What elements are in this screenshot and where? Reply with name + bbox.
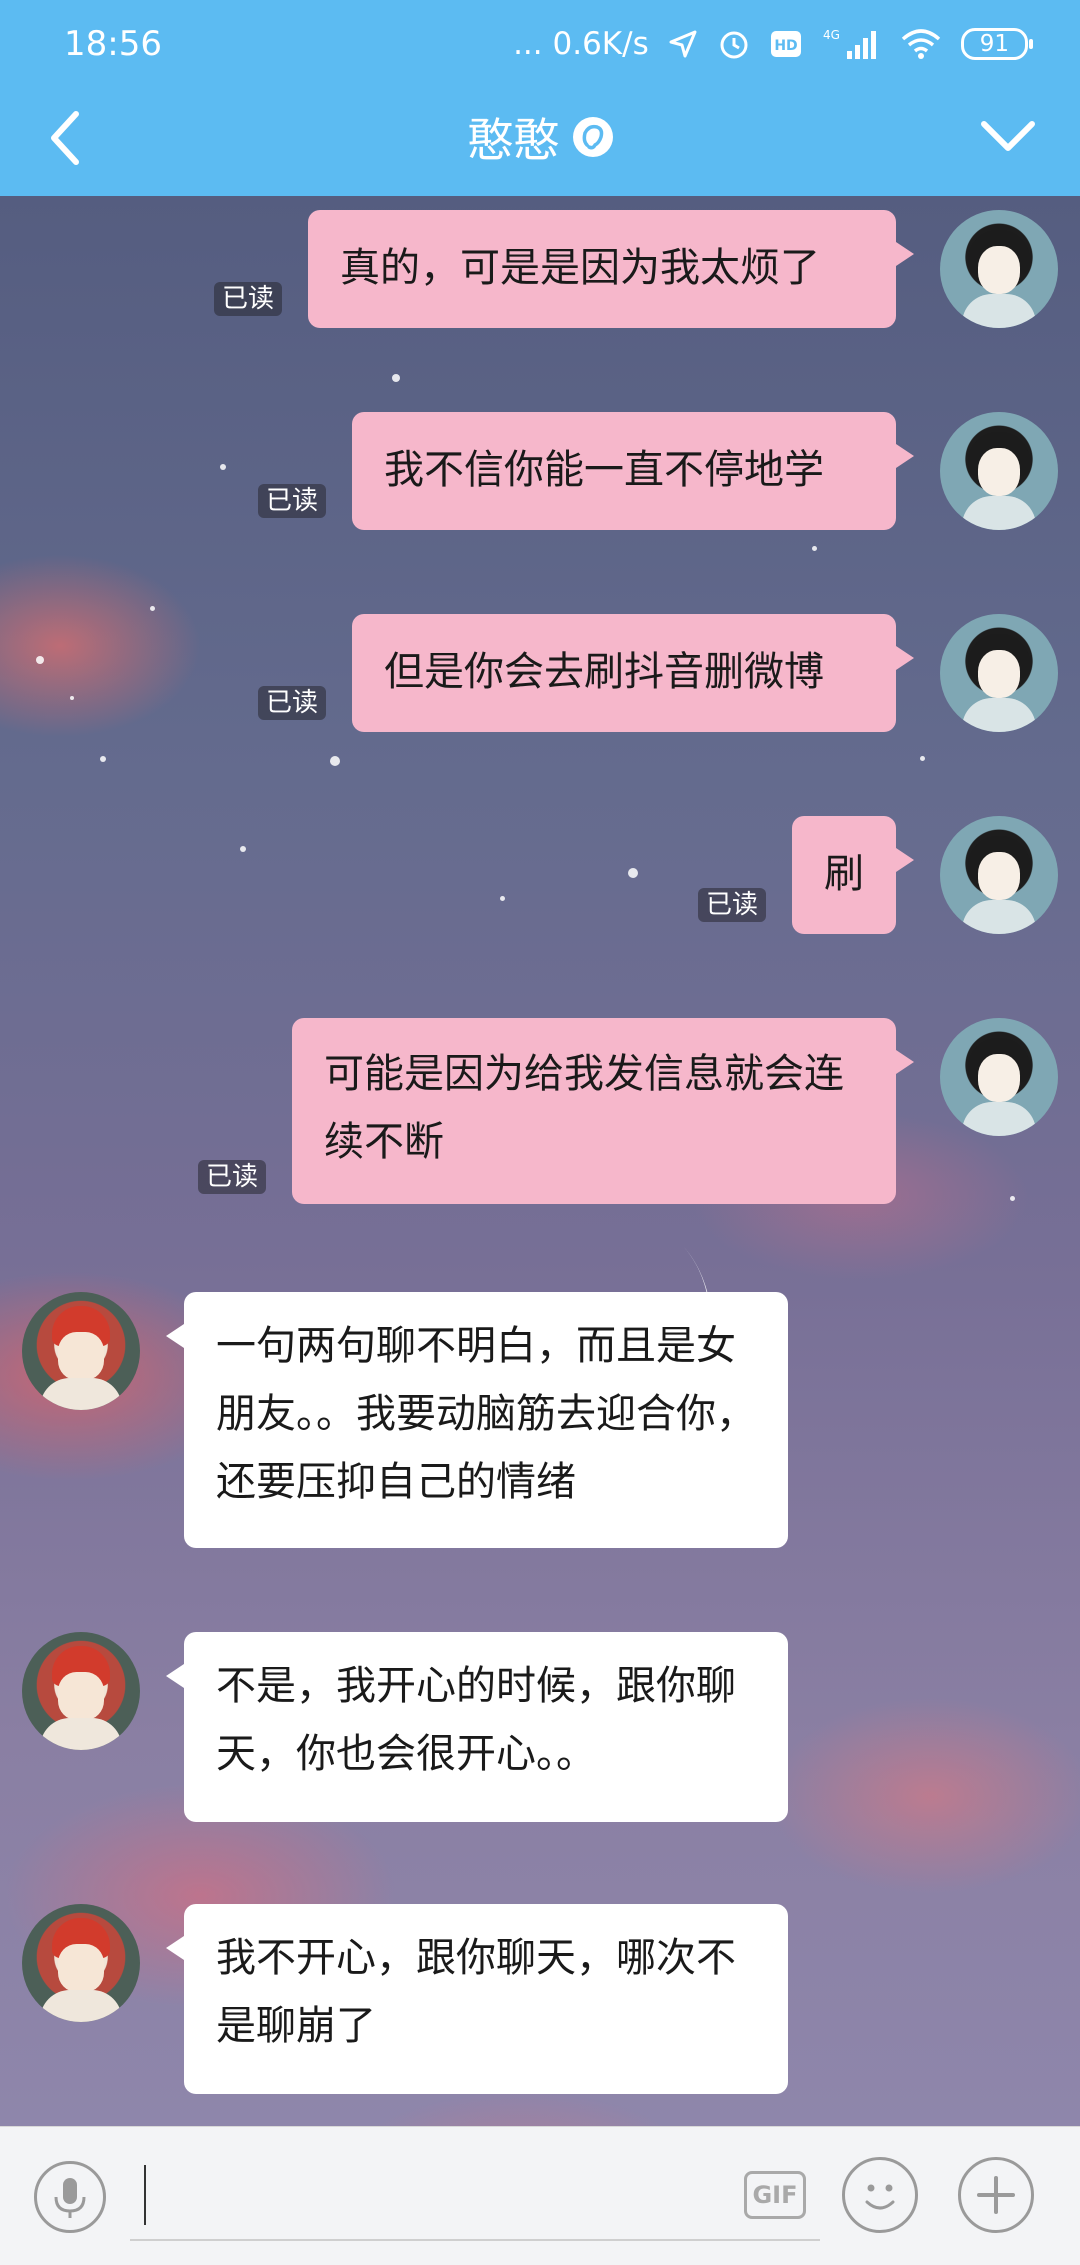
my-avatar[interactable] [940, 210, 1058, 328]
signal-icon: 4G [821, 27, 881, 61]
network-speed: ... 0.6K/s [513, 26, 649, 62]
input-bar: GIF [0, 2126, 1080, 2265]
location-icon [667, 28, 699, 60]
chat-title-wrap: 憨憨 [0, 104, 1080, 170]
emoji-button[interactable] [842, 2157, 918, 2233]
status-time: 18:56 [64, 24, 162, 64]
hd-icon: HD [769, 27, 803, 61]
message-bubble[interactable]: 一句两句聊不明白，而且是女朋友。。我要动脑筋去迎合你，还要压抑自己的情绪 [166, 1292, 788, 1548]
message-bubble[interactable]: 可能是因为给我发信息就会连续不断 [292, 1018, 914, 1204]
title-bar: 18:56 ... 0.6K/s HD 4G 91 憨憨 [0, 0, 1080, 196]
my-avatar[interactable] [940, 412, 1058, 530]
battery-indicator: 91 [960, 28, 1034, 60]
read-status: 已读 [258, 686, 327, 720]
my-avatar[interactable] [940, 1018, 1058, 1136]
chat-title[interactable]: 憨憨 [467, 104, 559, 170]
plus-icon [977, 2176, 1015, 2214]
my-avatar[interactable] [940, 816, 1058, 934]
read-status: 已读 [698, 888, 767, 922]
message-input[interactable] [130, 2151, 820, 2241]
message-bubble[interactable]: 但是你会去刷抖音删微博 [352, 614, 914, 732]
message-bubble[interactable]: 刷 [792, 816, 914, 934]
text-cursor [144, 2165, 146, 2225]
contact-avatar[interactable] [22, 1632, 140, 1750]
contact-avatar[interactable] [22, 1292, 140, 1410]
my-avatar[interactable] [940, 614, 1058, 732]
contact-avatar[interactable] [22, 1904, 140, 2022]
message-bubble[interactable]: 我不开心，跟你聊天，哪次不是聊崩了 [166, 1904, 788, 2094]
hd-label: HD [774, 38, 797, 54]
read-status: 已读 [198, 1160, 267, 1194]
status-icons: ... 0.6K/s HD 4G 91 [513, 26, 1034, 62]
more-actions-button[interactable] [958, 2157, 1034, 2233]
alarm-icon [717, 27, 751, 61]
message-bubble[interactable]: 真的，可是是因为我太烦了 [308, 210, 914, 328]
message-bubble[interactable]: 不是，我开心的时候，跟你聊天，你也会很开心。。 [166, 1632, 788, 1822]
read-status: 已读 [214, 282, 283, 316]
more-options-button[interactable] [980, 118, 1036, 154]
microphone-icon [54, 2178, 86, 2218]
read-status: 已读 [258, 484, 327, 518]
smiley-icon [865, 2184, 895, 2210]
gif-button[interactable]: GIF [744, 2171, 806, 2219]
chevron-down-icon [981, 121, 1035, 151]
ear-icon [572, 117, 613, 157]
chat-area[interactable]: 真的，可是是因为我太烦了 已读 我不信你能一直不停地学 已读 但是你会去刷抖音删… [0, 196, 1080, 2126]
network-type-label: 4G [823, 28, 840, 42]
wifi-icon [899, 27, 943, 61]
message-bubble[interactable]: 我不信你能一直不停地学 [352, 412, 914, 530]
voice-button[interactable] [34, 2161, 106, 2233]
